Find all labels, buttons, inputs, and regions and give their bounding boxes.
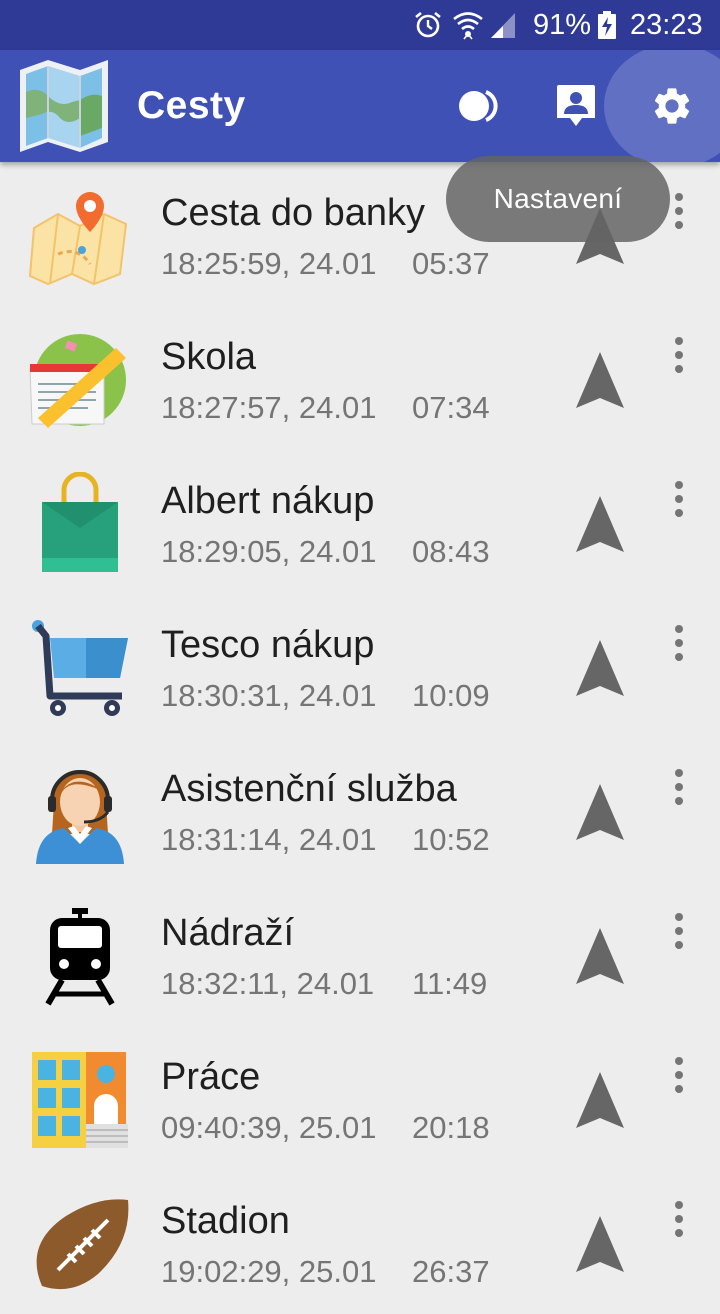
- contact-icon: [557, 85, 595, 126]
- more-options-icon[interactable]: [664, 1056, 694, 1096]
- route-duration: 10:52: [412, 822, 490, 857]
- route-duration: 26:37: [412, 1254, 490, 1289]
- list-item[interactable]: Albert nákup 18:29:05, 24.01 08:43: [0, 450, 720, 594]
- list-item[interactable]: Skola 18:27:57, 24.01 07:34: [0, 306, 720, 450]
- contact-button[interactable]: [546, 76, 606, 136]
- navigate-icon[interactable]: [574, 1070, 626, 1130]
- battery-percentage: 91%: [533, 9, 592, 41]
- settings-icon: [654, 88, 690, 124]
- route-name: Nádraží: [161, 912, 295, 954]
- route-duration: 20:18: [412, 1110, 490, 1145]
- route-datetime: 18:25:59, 24.01: [161, 246, 377, 281]
- route-datetime: 18:31:14, 24.01: [161, 822, 377, 857]
- navigate-icon[interactable]: [574, 1214, 626, 1274]
- navigate-icon[interactable]: [574, 926, 626, 986]
- night-mode-icon: [459, 90, 498, 122]
- support-agent-icon: [36, 770, 124, 864]
- route-datetime: 09:40:39, 25.01: [161, 1110, 377, 1145]
- alarm-icon: [415, 11, 441, 38]
- route-name: Skola: [161, 336, 257, 378]
- route-name: Práce: [161, 1056, 261, 1098]
- more-options-icon[interactable]: [664, 336, 694, 376]
- map-pin-icon: [28, 192, 128, 286]
- wifi-icon: [453, 12, 483, 40]
- navigate-icon[interactable]: [574, 494, 626, 554]
- route-duration: 08:43: [412, 534, 490, 569]
- route-datetime: 18:30:31, 24.01: [161, 678, 377, 713]
- route-datetime: 18:27:57, 24.01: [161, 390, 377, 425]
- school-icon: [29, 334, 126, 428]
- route-datetime: 19:02:29, 25.01: [161, 1254, 377, 1289]
- clock: 23:23: [630, 9, 703, 41]
- route-datetime: 18:32:11, 24.01: [161, 966, 375, 1001]
- navigate-icon[interactable]: [574, 350, 626, 410]
- route-name: Stadion: [161, 1200, 290, 1242]
- app-logo-map-icon: [20, 60, 108, 152]
- list-item[interactable]: Stadion 19:02:29, 25.01 26:37: [0, 1170, 720, 1314]
- navigate-icon[interactable]: [574, 638, 626, 698]
- train-icon: [45, 908, 115, 1006]
- battery-charging-icon: [598, 11, 616, 39]
- list-item[interactable]: Asistenční služba 18:31:14, 24.01 10:52: [0, 738, 720, 882]
- shopping-cart-icon: [32, 620, 128, 716]
- app-title: Cesty: [137, 84, 246, 127]
- more-options-icon[interactable]: [664, 768, 694, 808]
- route-duration: 11:49: [412, 966, 488, 1001]
- list-item[interactable]: Práce 09:40:39, 25.01 20:18: [0, 1026, 720, 1170]
- route-datetime: 18:29:05, 24.01: [161, 534, 377, 569]
- route-duration: 10:09: [412, 678, 490, 713]
- navigate-icon[interactable]: [574, 782, 626, 842]
- signal-icon: [491, 13, 515, 38]
- office-building-icon: [32, 1052, 128, 1148]
- football-icon: [36, 1199, 129, 1290]
- more-options-icon[interactable]: [664, 912, 694, 952]
- night-mode-button[interactable]: [450, 76, 510, 136]
- more-options-icon[interactable]: [664, 480, 694, 520]
- more-options-icon[interactable]: [664, 624, 694, 664]
- route-name: Asistenční služba: [161, 768, 457, 810]
- route-duration: 07:34: [412, 390, 490, 425]
- route-duration: 05:37: [412, 246, 490, 281]
- route-name: Cesta do banky: [161, 192, 426, 234]
- route-name: Albert nákup: [161, 480, 375, 522]
- route-name: Tesco nákup: [161, 624, 375, 666]
- more-options-icon[interactable]: [664, 1200, 694, 1240]
- list-item[interactable]: Tesco nákup 18:30:31, 24.01 10:09: [0, 594, 720, 738]
- shopping-bag-icon: [42, 472, 118, 572]
- app-bar: Cesty: [0, 50, 720, 162]
- list-item[interactable]: Nádraží 18:32:11, 24.01 11:49: [0, 882, 720, 1026]
- settings-button[interactable]: [642, 76, 702, 136]
- status-bar: 91% 23:23: [0, 0, 720, 50]
- settings-tooltip: Nastavení: [446, 156, 670, 242]
